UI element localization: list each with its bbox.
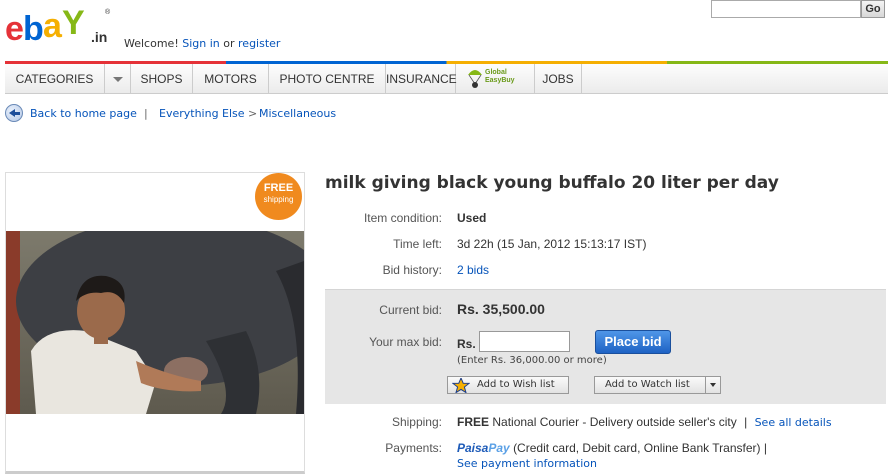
breadcrumb-everything-else[interactable]: Everything Else	[159, 107, 245, 120]
nav-categories[interactable]: CATEGORIES	[5, 64, 105, 94]
svg-text:a: a	[43, 7, 63, 45]
register-link[interactable]: register	[238, 37, 280, 50]
item-title: milk giving black young buffalo 20 liter…	[325, 173, 779, 193]
payments-info: PaisaPay (Credit card, Debit card, Onlin…	[457, 441, 767, 455]
sign-in-link[interactable]: Sign in	[182, 37, 220, 50]
search-input[interactable]	[711, 0, 861, 18]
star-icon	[452, 378, 470, 393]
main-nav: CATEGORIES SHOPS MOTORS PHOTO CENTRE INS…	[5, 61, 888, 94]
svg-text:b: b	[23, 10, 44, 48]
add-to-wish-list-button[interactable]: Add to Wish list	[447, 376, 569, 394]
or-text: or	[223, 37, 235, 50]
paisapay-logo: PaisaPay	[457, 441, 510, 455]
time-left-label: Time left:	[393, 237, 442, 251]
welcome-message: Welcome! Sign in or register	[124, 37, 280, 50]
nav-jobs[interactable]: JOBS	[534, 64, 582, 94]
breadcrumb-separator: >	[248, 107, 258, 120]
global-easybuy-label: Global EasyBuy	[485, 69, 515, 84]
back-to-home-link[interactable]: Back to home page	[30, 107, 137, 120]
watch-list-label: Add to Watch list	[605, 379, 690, 390]
condition-label: Item condition:	[363, 211, 442, 225]
shipping-info: FREE National Courier - Delivery outside…	[457, 415, 832, 429]
svg-text:e: e	[5, 10, 24, 48]
nav-photo-centre[interactable]: PHOTO CENTRE	[269, 64, 386, 94]
chevron-down-icon[interactable]	[105, 64, 131, 94]
see-payment-info-link[interactable]: See payment information	[457, 457, 597, 470]
free-shipping-badge: FREE shipping	[255, 173, 302, 220]
add-to-watch-list-button[interactable]: Add to Watch list	[594, 376, 721, 394]
bid-hint: (Enter Rs. 36,000.00 or more)	[457, 355, 607, 366]
item-image-panel: FREE shipping	[5, 172, 305, 474]
welcome-text: Welcome!	[124, 37, 179, 50]
condition-value: Used	[457, 211, 487, 225]
search-go-button[interactable]: Go	[861, 0, 885, 18]
shipping-value: National Courier - Delivery outside sell…	[492, 415, 737, 429]
currency-label: Rs.	[457, 337, 476, 351]
breadcrumb-pipe: |	[144, 107, 148, 120]
bid-history-link[interactable]: 2 bids	[457, 263, 489, 277]
current-bid-value: Rs. 35,500.00	[457, 301, 545, 317]
svg-text:Y: Y	[62, 4, 85, 42]
parachute-icon	[468, 70, 482, 88]
svg-text:®: ®	[105, 8, 111, 16]
max-bid-input[interactable]	[479, 331, 570, 352]
shipping-free: FREE	[457, 415, 490, 429]
payments-label: Payments:	[385, 441, 442, 455]
back-arrow-icon[interactable]	[5, 104, 23, 122]
shipping-label: Shipping:	[391, 415, 442, 429]
nav-motors[interactable]: MOTORS	[193, 64, 269, 94]
place-bid-button[interactable]: Place bid	[595, 330, 671, 354]
wish-list-label: Add to Wish list	[477, 379, 555, 390]
bid-history-label: Bid history:	[382, 263, 442, 277]
free-badge-top: FREE	[263, 182, 294, 194]
paisapay-part2: Pay	[488, 441, 510, 455]
see-all-details-link[interactable]: See all details	[755, 416, 832, 429]
nav-insurance[interactable]: INSURANCE	[386, 64, 457, 94]
free-badge-bottom: shipping	[263, 195, 294, 204]
time-left-value: 3d 22h (15 Jan, 2012 15:13:17 IST)	[457, 237, 647, 251]
max-bid-label: Your max bid:	[369, 335, 442, 349]
payments-value: (Credit card, Debit card, Online Bank Tr…	[513, 441, 767, 455]
svg-text:.in: .in	[91, 29, 107, 45]
item-photo[interactable]	[6, 231, 304, 414]
breadcrumb-miscellaneous[interactable]: Miscellaneous	[259, 107, 336, 120]
chevron-down-icon[interactable]	[705, 377, 720, 393]
nav-shops[interactable]: SHOPS	[131, 64, 193, 94]
shipping-pipe: |	[744, 415, 748, 429]
current-bid-label: Current bid:	[379, 303, 442, 317]
paisapay-part1: Paisa	[457, 441, 489, 455]
ebay-logo[interactable]: e b a Y .in ®	[5, 4, 117, 48]
nav-global-easybuy[interactable]: Global EasyBuy	[467, 67, 525, 91]
